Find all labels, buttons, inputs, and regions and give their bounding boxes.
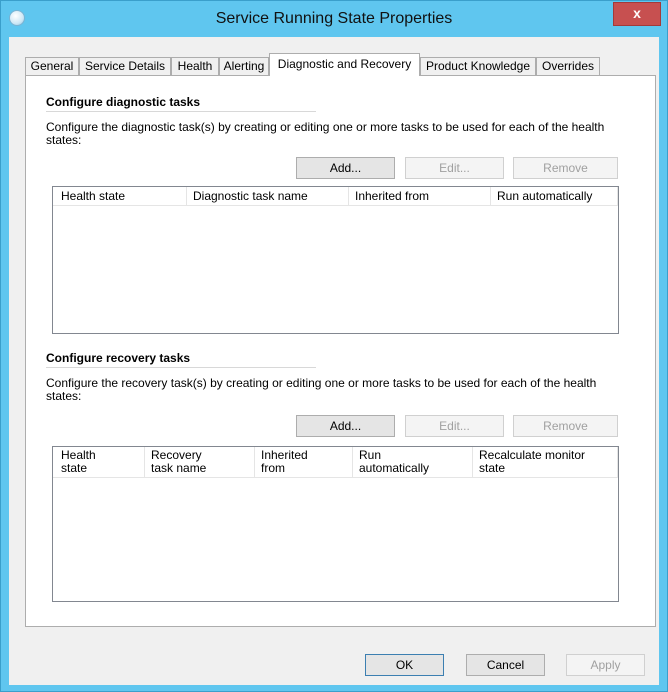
tab-product-knowledge[interactable]: Product Knowledge bbox=[420, 57, 536, 75]
column-diagnostic-task-name[interactable]: Diagnostic task name bbox=[187, 187, 349, 205]
dialog-client-area: General Service Details Health Alerting … bbox=[9, 37, 659, 685]
tab-panel-diagnostic-recovery: Configure diagnostic tasks Configure the… bbox=[25, 75, 656, 627]
recovery-remove-button[interactable]: Remove bbox=[513, 415, 618, 437]
diagnostic-description: Configure the diagnostic task(s) by crea… bbox=[46, 120, 605, 147]
recovery-description: Configure the recovery task(s) by creati… bbox=[46, 376, 597, 403]
tab-overrides[interactable]: Overrides bbox=[536, 57, 600, 75]
tab-alerting[interactable]: Alerting bbox=[219, 57, 269, 75]
column-run-automatically[interactable]: Run automatically bbox=[353, 447, 473, 477]
diagnostic-task-list[interactable]: Health state Diagnostic task name Inheri… bbox=[52, 186, 619, 334]
apply-button[interactable]: Apply bbox=[566, 654, 645, 676]
column-run-automatically[interactable]: Run automatically bbox=[491, 187, 618, 205]
column-inherited-from[interactable]: Inherited from bbox=[255, 447, 353, 477]
diagnostic-list-header: Health state Diagnostic task name Inheri… bbox=[53, 187, 618, 206]
dialog-window: Service Running State Properties x Gener… bbox=[0, 0, 668, 692]
window-title: Service Running State Properties bbox=[215, 10, 453, 27]
diagnostic-section-title: Configure diagnostic tasks bbox=[46, 95, 201, 109]
column-inherited-from[interactable]: Inherited from bbox=[349, 187, 491, 205]
diagnostic-edit-button[interactable]: Edit... bbox=[405, 157, 504, 179]
recovery-section-divider bbox=[46, 367, 316, 368]
column-recovery-task-name[interactable]: Recovery task name bbox=[145, 447, 255, 477]
recovery-task-list[interactable]: Health state Recovery task name Inherite… bbox=[52, 446, 619, 602]
ok-button[interactable]: OK bbox=[365, 654, 444, 676]
diagnostic-remove-button[interactable]: Remove bbox=[513, 157, 618, 179]
title-bar[interactable]: Service Running State Properties x bbox=[1, 1, 667, 37]
column-health-state[interactable]: Health state bbox=[55, 187, 187, 205]
column-health-state[interactable]: Health state bbox=[55, 447, 145, 477]
tab-service-details[interactable]: Service Details bbox=[79, 57, 171, 75]
tab-general[interactable]: General bbox=[25, 57, 79, 75]
close-button[interactable]: x bbox=[613, 2, 661, 26]
column-recalculate-monitor-state[interactable]: Recalculate monitor state bbox=[473, 447, 618, 477]
recovery-edit-button[interactable]: Edit... bbox=[405, 415, 504, 437]
diagnostic-add-button[interactable]: Add... bbox=[296, 157, 395, 179]
recovery-list-header: Health state Recovery task name Inherite… bbox=[53, 447, 618, 478]
tab-diagnostic-and-recovery[interactable]: Diagnostic and Recovery bbox=[269, 53, 420, 76]
cancel-button[interactable]: Cancel bbox=[466, 654, 545, 676]
recovery-add-button[interactable]: Add... bbox=[296, 415, 395, 437]
recovery-section-title: Configure recovery tasks bbox=[46, 351, 191, 365]
tab-health[interactable]: Health bbox=[171, 57, 219, 75]
diagnostic-section-divider bbox=[46, 111, 316, 112]
